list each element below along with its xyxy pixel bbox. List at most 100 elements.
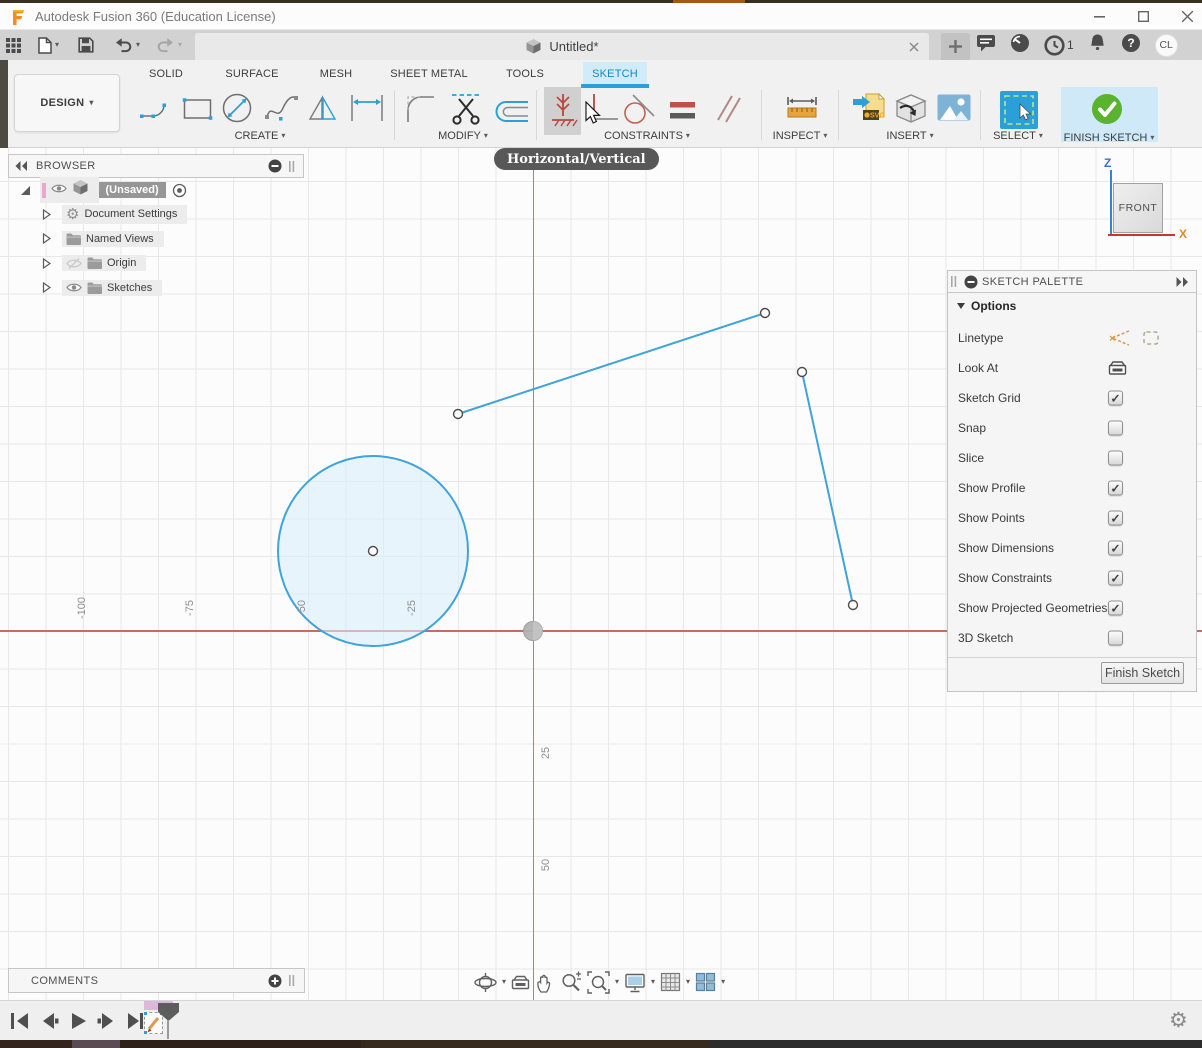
sketch-point[interactable] (369, 547, 378, 556)
mirror-tool-icon[interactable] (306, 94, 340, 123)
help-icon[interactable]: ? (1121, 33, 1141, 58)
modify-dropdown[interactable]: MODIFY▾ (438, 130, 488, 142)
tab-sheet-metal[interactable]: SHEET METAL (381, 62, 477, 85)
expand-arrow-icon[interactable] (40, 257, 54, 270)
close-button[interactable] (1180, 10, 1194, 24)
sketch-line-2[interactable] (802, 372, 853, 605)
browser-item-document-settings[interactable]: ⚙Document Settings (40, 204, 187, 224)
sketch-point[interactable] (454, 410, 463, 419)
user-avatar[interactable]: CL (1155, 34, 1178, 57)
constraints-dropdown[interactable]: CONSTRAINTS▾ (604, 130, 690, 142)
show-points-checkbox[interactable]: ✓ (1108, 511, 1123, 526)
circle-tool-icon[interactable] (218, 90, 256, 126)
browser-item-origin[interactable]: Origin (40, 253, 146, 273)
tab-mesh[interactable]: MESH (311, 62, 362, 85)
measure-tool-icon[interactable] (785, 94, 819, 124)
file-menu-button[interactable]: ▾ (38, 37, 59, 54)
viewports-dropdown[interactable]: ▾ (721, 978, 725, 986)
orbit-dropdown[interactable]: ▾ (502, 978, 506, 986)
orbit-icon[interactable] (474, 971, 497, 994)
tab-sketch[interactable]: SKETCH (583, 62, 647, 85)
show-profile-checkbox[interactable]: ✓ (1108, 481, 1123, 496)
tab-solid[interactable]: SOLID (140, 62, 192, 85)
fit-icon[interactable] (587, 971, 610, 994)
view-cube[interactable]: FRONT (1113, 183, 1163, 233)
insert-mesh-icon[interactable] (894, 92, 928, 125)
equal-constraint-button[interactable] (668, 98, 698, 124)
panel-grip[interactable] (951, 276, 957, 287)
sketch-palette-header[interactable]: SKETCH PALETTE (947, 270, 1197, 293)
look-at-icon[interactable] (511, 974, 530, 990)
insert-dropdown[interactable]: INSERT▾ (886, 130, 933, 142)
select-tool-icon[interactable] (999, 90, 1039, 130)
grid-dropdown[interactable]: ▾ (686, 978, 690, 986)
visibility-icon[interactable] (66, 282, 82, 293)
fit-dropdown[interactable]: ▾ (615, 978, 619, 986)
horizontal-vertical-constraint-button[interactable] (548, 92, 578, 132)
job-status-icon[interactable] (1010, 33, 1030, 58)
expand-arrow-icon[interactable] (40, 281, 54, 294)
show-dimensions-checkbox[interactable]: ✓ (1108, 541, 1123, 556)
minimize-button[interactable] (1092, 10, 1106, 24)
finish-sketch-button[interactable]: FINISH SKETCH▾ (1064, 132, 1155, 144)
remove-panel-icon[interactable] (964, 275, 978, 289)
insert-svg-icon[interactable]: SVG (851, 90, 887, 126)
expand-arrow-icon[interactable] (40, 232, 54, 245)
create-dropdown[interactable]: CREATE▾ (235, 130, 286, 142)
go-to-start-button[interactable] (10, 1012, 30, 1030)
tab-tools[interactable]: TOOLS (497, 62, 553, 85)
viewports-icon[interactable] (695, 972, 716, 992)
sketch-grid-checkbox[interactable]: ✓ (1108, 391, 1123, 406)
visibility-off-icon[interactable] (66, 258, 82, 269)
visibility-icon[interactable] (51, 181, 67, 199)
redo-button[interactable]: ▾ (155, 37, 182, 54)
show-constraints-checkbox[interactable]: ✓ (1108, 571, 1123, 586)
spline-tool-icon[interactable] (263, 92, 301, 122)
dimension-tool-icon[interactable] (347, 92, 387, 124)
show-projected-geometries-checkbox[interactable]: ✓ (1108, 601, 1123, 616)
browser-item-named-views[interactable]: Named Views (40, 229, 164, 249)
expand-panel-icon[interactable] (1176, 277, 1189, 287)
step-back-button[interactable] (39, 1012, 59, 1030)
display-settings-icon[interactable] (624, 972, 646, 993)
workspace-switcher-button[interactable]: DESIGN▾ (14, 74, 120, 132)
expand-collapse-icon[interactable] (18, 183, 32, 197)
parallel-constraint-button[interactable] (710, 92, 744, 126)
insert-image-icon[interactable] (937, 94, 971, 121)
display-dropdown[interactable]: ▾ (651, 978, 655, 986)
save-button[interactable] (78, 37, 94, 53)
panel-grip[interactable] (289, 975, 295, 986)
expand-arrow-icon[interactable] (40, 208, 54, 221)
rectangle-tool-icon[interactable] (181, 96, 215, 123)
finish-sketch-palette-button[interactable]: Finish Sketch (1101, 662, 1184, 684)
sketch-point[interactable] (761, 309, 770, 318)
comments-panel-header[interactable]: COMMENTS (8, 968, 305, 993)
play-button[interactable] (68, 1012, 88, 1030)
tangent-constraint-button[interactable] (620, 92, 658, 128)
finish-sketch-check-icon[interactable] (1091, 93, 1123, 125)
snap-checkbox[interactable] (1108, 421, 1123, 436)
trim-tool-icon[interactable] (449, 92, 485, 126)
app-launcher-button[interactable] (6, 38, 21, 53)
sketch-point[interactable] (798, 368, 807, 377)
sketch-line-1[interactable] (458, 313, 765, 414)
bell-icon[interactable] (1088, 33, 1107, 58)
browser-root-row[interactable]: (Unsaved) (18, 180, 187, 200)
timeline-playhead[interactable] (158, 1003, 179, 1021)
notifications-clock-icon[interactable]: 1 (1044, 35, 1074, 56)
construction-line-icon[interactable] (1108, 329, 1132, 347)
projected-geometry-icon[interactable] (1141, 329, 1161, 347)
slice-checkbox[interactable] (1108, 451, 1123, 466)
root-document-name[interactable]: (Unsaved) (99, 182, 166, 198)
fillet-tool-icon[interactable] (404, 94, 442, 125)
zoom-icon[interactable] (560, 971, 583, 994)
add-comment-icon[interactable] (268, 974, 282, 988)
tab-surface[interactable]: SURFACE (216, 62, 287, 85)
undo-button[interactable]: ▾ (113, 37, 140, 54)
new-tab-button[interactable] (941, 33, 970, 60)
grid-snap-icon[interactable] (660, 972, 681, 992)
activate-radio-icon[interactable] (172, 183, 187, 198)
line-tool-icon[interactable] (138, 94, 174, 124)
pan-icon[interactable] (534, 971, 556, 994)
maximize-button[interactable] (1136, 10, 1150, 24)
